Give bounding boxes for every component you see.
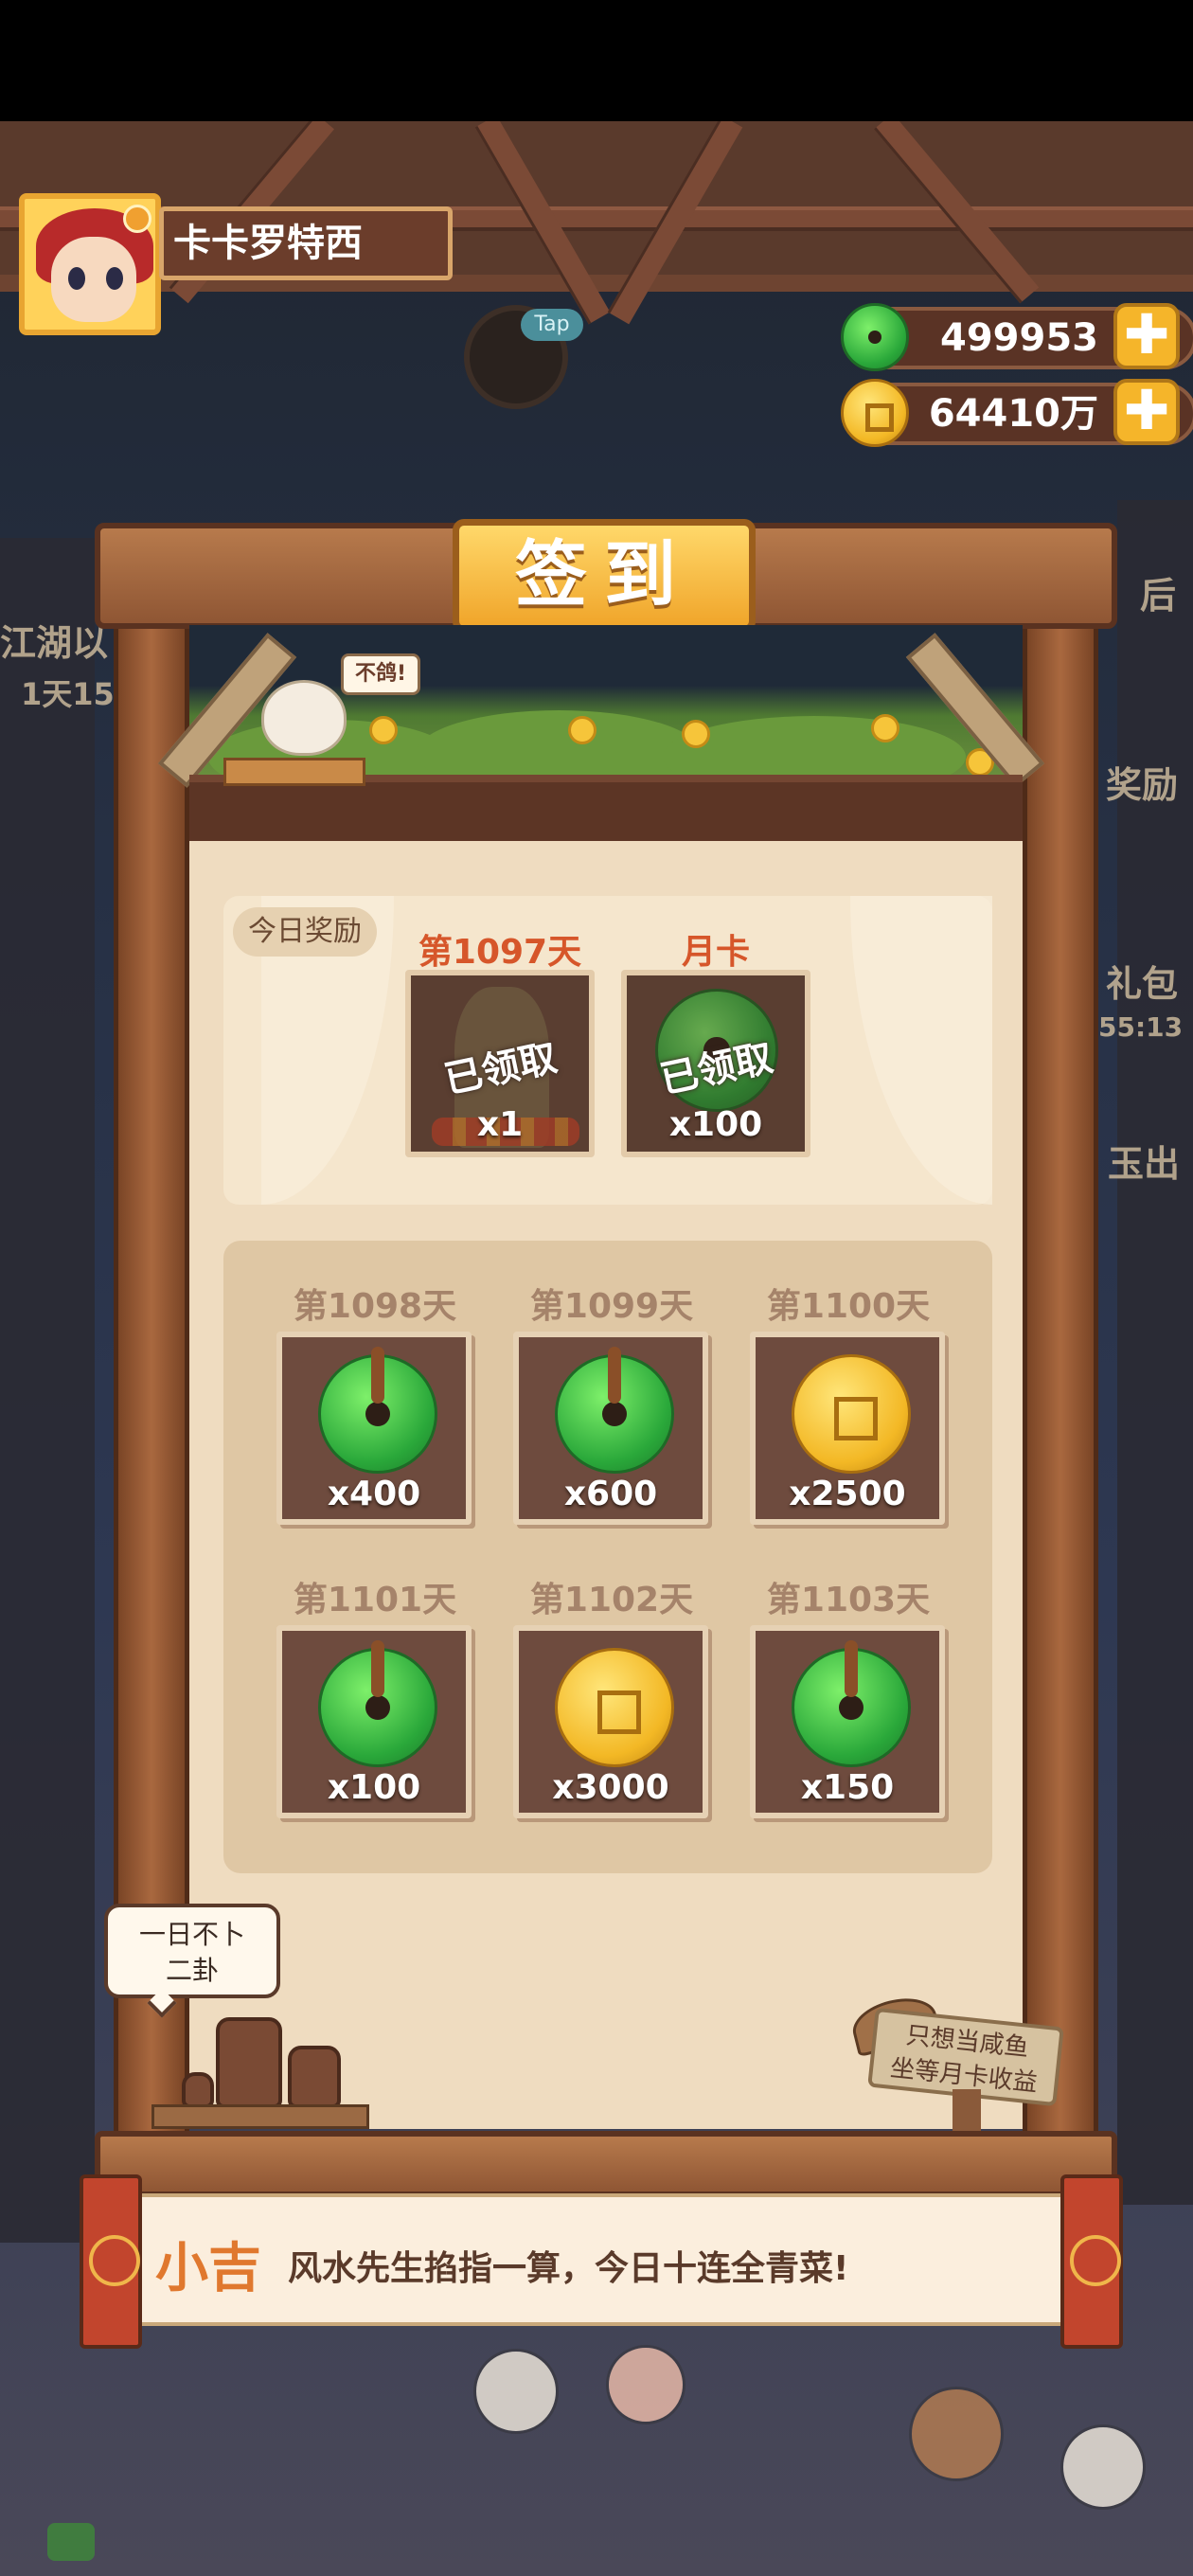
status-bar [0, 0, 1193, 121]
reward-qty: x100 [327, 1768, 421, 1807]
side-jade-label[interactable]: 玉出 [1108, 1135, 1180, 1187]
player-name[interactable]: 卡卡罗特西 [159, 206, 453, 280]
jade-string [845, 1640, 858, 1697]
upcoming-reward-cell[interactable]: x150 [750, 1625, 945, 1818]
flower [568, 716, 596, 744]
scroll-end-right [1060, 2174, 1123, 2349]
flower [871, 714, 899, 742]
side-event-label[interactable]: 江湖以 [0, 614, 108, 666]
jar-icon [288, 2046, 341, 2108]
side-reward-label[interactable]: 奖励 [1106, 756, 1178, 808]
fire-badge-icon [123, 205, 151, 233]
coin-icon [555, 1648, 674, 1767]
upcoming-reward-cell[interactable]: x600 [513, 1332, 708, 1525]
reward-qty: x100 [668, 1105, 763, 1144]
flower [682, 720, 710, 748]
fortune-speech-bubble: 一日不卜 二卦 [104, 1904, 280, 1998]
npc-character [473, 2349, 559, 2434]
upcoming-reward-cell[interactable]: x2500 [750, 1332, 945, 1525]
flower [369, 716, 398, 744]
scroll-end-left [80, 2174, 142, 2349]
today-day-reward[interactable]: 已领取 x1 [405, 970, 595, 1157]
crate [223, 758, 365, 786]
day-label: 第1102天 [529, 1581, 694, 1619]
reward-qty: x400 [327, 1475, 421, 1513]
monthly-card-reward[interactable]: 已领取 x100 [621, 970, 810, 1157]
speech-line: 二卦 [165, 1955, 219, 1986]
upcoming-reward-cell[interactable]: x400 [276, 1332, 472, 1525]
reward-qty: x150 [800, 1768, 895, 1807]
tap-label[interactable]: Tap [521, 309, 583, 341]
coin-icon [841, 379, 909, 447]
jade-string [371, 1347, 384, 1404]
avatar-eye [68, 267, 85, 290]
npc-character [606, 2345, 686, 2424]
monthly-card-heading: 月卡 [681, 933, 750, 972]
jade-string [371, 1640, 384, 1697]
jar-icon [182, 2072, 214, 2108]
pigeon-icon [261, 680, 347, 756]
day-label: 第1100天 [766, 1287, 931, 1326]
avatar-face [51, 237, 136, 322]
day-label: 第1103天 [766, 1581, 931, 1619]
jade-icon [841, 303, 909, 371]
upcoming-reward-cell[interactable]: x3000 [513, 1625, 708, 1818]
upcoming-reward-cell[interactable]: x100 [276, 1625, 472, 1818]
jar-icon [216, 2017, 282, 2108]
reward-qty: x3000 [552, 1768, 669, 1807]
day-label: 第1099天 [529, 1287, 694, 1326]
corner-menu-button[interactable] [47, 2523, 95, 2561]
coin-icon [792, 1354, 911, 1474]
side-deco-left [0, 538, 95, 2243]
npc-character [1060, 2424, 1146, 2510]
reward-qty: x600 [563, 1475, 658, 1513]
jade-string [608, 1347, 621, 1404]
add-coin-button[interactable]: ✚ [1113, 379, 1180, 445]
side-right-label[interactable]: 后 [1140, 566, 1176, 618]
player-avatar[interactable] [19, 193, 161, 335]
today-day-heading: 第1097天 [418, 933, 582, 972]
day-label: 第1098天 [293, 1287, 457, 1326]
frame-bottom-beam [95, 2131, 1117, 2197]
npc-character [909, 2387, 1004, 2481]
dialog-speaker: 小吉 [155, 2238, 261, 2299]
side-gift-label[interactable]: 礼包 [1106, 955, 1178, 1007]
day-label: 第1101天 [293, 1581, 457, 1619]
add-jade-button[interactable]: ✚ [1113, 303, 1180, 369]
dialog-text: 风水先生掐指一算，今日十连全青菜! [288, 2249, 849, 2288]
today-reward-tag: 今日奖励 [233, 907, 377, 957]
reward-qty: x1 [476, 1105, 524, 1144]
signin-title: 签到 [453, 519, 756, 633]
shelf [151, 2104, 369, 2129]
side-event-timer: 1天15 [21, 676, 115, 712]
speech-line: 一日不卜 [138, 1919, 245, 1950]
pigeon-bubble: 不鸽! [341, 653, 420, 695]
avatar-eye [106, 267, 123, 290]
curtain-right [850, 896, 992, 1205]
side-gift-timer: 55:13 [1098, 1011, 1184, 1043]
reward-qty: x2500 [789, 1475, 906, 1513]
frame-post-right [1023, 587, 1098, 2140]
